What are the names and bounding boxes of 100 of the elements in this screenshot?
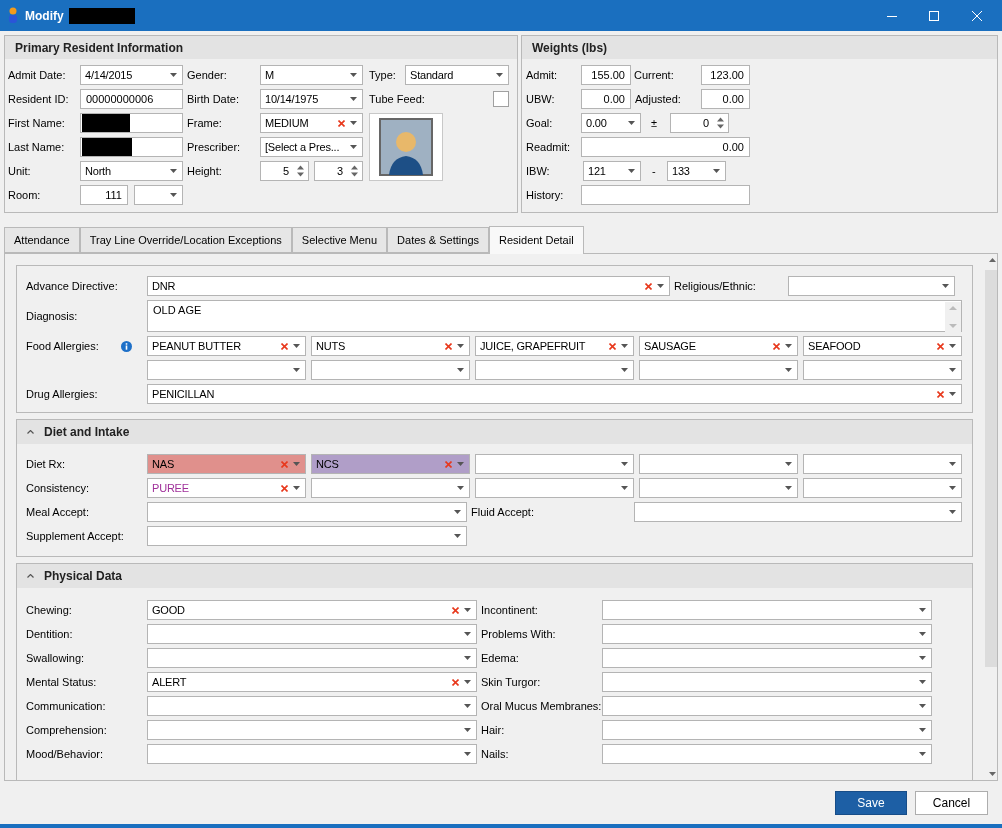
- dropdown-field[interactable]: [475, 360, 634, 380]
- clear-icon[interactable]: [645, 282, 652, 290]
- dropdown-field[interactable]: DNR: [147, 276, 670, 296]
- dropdown-field[interactable]: [147, 720, 477, 740]
- text-field[interactable]: 111: [80, 185, 128, 205]
- dropdown-field[interactable]: [134, 185, 183, 205]
- save-button[interactable]: Save: [835, 790, 907, 815]
- scrollbar-thumb[interactable]: [985, 270, 997, 667]
- dropdown-field[interactable]: 121: [583, 161, 641, 181]
- text-field[interactable]: 0.00: [581, 89, 631, 109]
- scroll-up-icon[interactable]: [989, 258, 996, 262]
- dropdown-field[interactable]: [639, 454, 798, 474]
- dropdown-field[interactable]: [639, 478, 798, 498]
- text-field[interactable]: 0.00: [701, 89, 750, 109]
- field-label: Frame:: [186, 115, 223, 131]
- dropdown-field[interactable]: [475, 478, 634, 498]
- text-field[interactable]: 00000000006: [80, 89, 183, 109]
- cancel-button[interactable]: Cancel: [915, 790, 988, 815]
- dropdown-field[interactable]: [634, 502, 962, 522]
- dropdown-field[interactable]: M: [260, 65, 363, 85]
- clear-icon[interactable]: [281, 342, 288, 350]
- clear-icon[interactable]: [445, 342, 452, 350]
- clear-icon[interactable]: [773, 342, 780, 350]
- dropdown-field[interactable]: [147, 744, 477, 764]
- dropdown-field[interactable]: [803, 360, 962, 380]
- dropdown-field[interactable]: [Select a Pres...: [260, 137, 363, 157]
- dropdown-field[interactable]: JUICE, GRAPEFRUIT: [475, 336, 634, 356]
- dropdown-field[interactable]: PEANUT BUTTER: [147, 336, 306, 356]
- dropdown-field[interactable]: 4/14/2015: [80, 65, 183, 85]
- dropdown-field[interactable]: [803, 478, 962, 498]
- dropdown-field[interactable]: NCS: [311, 454, 470, 474]
- dropdown-field[interactable]: 133: [667, 161, 726, 181]
- section-header[interactable]: Physical Data: [17, 564, 972, 588]
- dropdown-field[interactable]: SAUSAGE: [639, 336, 798, 356]
- clear-icon[interactable]: [281, 484, 288, 492]
- clear-icon[interactable]: [445, 460, 452, 468]
- dropdown-field[interactable]: GOOD: [147, 600, 477, 620]
- clear-icon[interactable]: [937, 342, 944, 350]
- dropdown-field[interactable]: [311, 360, 470, 380]
- tab[interactable]: Selective Menu: [291, 227, 388, 253]
- dropdown-field[interactable]: North: [80, 161, 183, 181]
- text-field[interactable]: 123.00: [701, 65, 750, 85]
- clear-icon[interactable]: [452, 606, 459, 614]
- dropdown-field[interactable]: 0.00: [581, 113, 641, 133]
- text-field[interactable]: 155.00: [581, 65, 631, 85]
- spin-arrows-icon[interactable]: [717, 117, 724, 129]
- dropdown-field[interactable]: [602, 696, 932, 716]
- dropdown-field[interactable]: [147, 624, 477, 644]
- dropdown-field[interactable]: 10/14/1975: [260, 89, 363, 109]
- dropdown-field[interactable]: [147, 526, 467, 546]
- dropdown-field[interactable]: [602, 744, 932, 764]
- text-field[interactable]: [581, 185, 750, 205]
- text-field[interactable]: [80, 137, 183, 157]
- dropdown-field[interactable]: [602, 720, 932, 740]
- text-field[interactable]: 0.00: [581, 137, 750, 157]
- dropdown-field[interactable]: [602, 624, 932, 644]
- dropdown-field[interactable]: SEAFOOD: [803, 336, 962, 356]
- spin-field[interactable]: 3: [314, 161, 363, 181]
- tab[interactable]: Tray Line Override/Location Exceptions: [79, 227, 292, 253]
- tab[interactable]: Resident Detail: [489, 226, 584, 254]
- dropdown-field[interactable]: [602, 600, 932, 620]
- dropdown-field[interactable]: [147, 502, 467, 522]
- dropdown-field[interactable]: [639, 360, 798, 380]
- dropdown-field[interactable]: NUTS: [311, 336, 470, 356]
- maximize-icon[interactable]: [929, 10, 939, 21]
- section-header[interactable]: Diet and Intake: [17, 420, 972, 444]
- close-icon[interactable]: [972, 10, 982, 21]
- clear-icon[interactable]: [609, 342, 616, 350]
- dropdown-field[interactable]: PENICILLAN: [147, 384, 962, 404]
- clear-icon[interactable]: [281, 460, 288, 468]
- dropdown-field[interactable]: [147, 360, 306, 380]
- tab[interactable]: Attendance: [4, 227, 80, 253]
- dropdown-field[interactable]: ALERT: [147, 672, 477, 692]
- dropdown-field[interactable]: [147, 648, 477, 668]
- dropdown-field[interactable]: [311, 478, 470, 498]
- dropdown-field[interactable]: PUREE: [147, 478, 306, 498]
- spin-field[interactable]: 5: [260, 161, 309, 181]
- dropdown-field[interactable]: [602, 672, 932, 692]
- spin-field[interactable]: 0: [670, 113, 729, 133]
- scroll-down-icon[interactable]: [989, 772, 996, 776]
- dropdown-field[interactable]: MEDIUM: [260, 113, 363, 133]
- dropdown-field[interactable]: NAS: [147, 454, 306, 474]
- checkbox[interactable]: [493, 91, 509, 107]
- spin-arrows-icon[interactable]: [351, 165, 358, 177]
- dropdown-field[interactable]: Standard: [405, 65, 509, 85]
- text-field[interactable]: [80, 113, 183, 133]
- scrollbar-arrows-icon[interactable]: [945, 302, 961, 332]
- dropdown-field[interactable]: [147, 696, 477, 716]
- dropdown-arrow-icon: [785, 462, 792, 466]
- field-label: Goal:: [526, 115, 554, 131]
- clear-icon[interactable]: [338, 119, 345, 127]
- clear-icon[interactable]: [937, 390, 944, 398]
- dropdown-field[interactable]: [788, 276, 955, 296]
- clear-icon[interactable]: [452, 678, 459, 686]
- tab[interactable]: Dates & Settings: [387, 227, 489, 253]
- spin-arrows-icon[interactable]: [297, 165, 304, 177]
- dropdown-field[interactable]: [475, 454, 634, 474]
- dropdown-field[interactable]: [803, 454, 962, 474]
- text-area[interactable]: OLD AGE: [147, 300, 962, 332]
- dropdown-field[interactable]: [602, 648, 932, 668]
